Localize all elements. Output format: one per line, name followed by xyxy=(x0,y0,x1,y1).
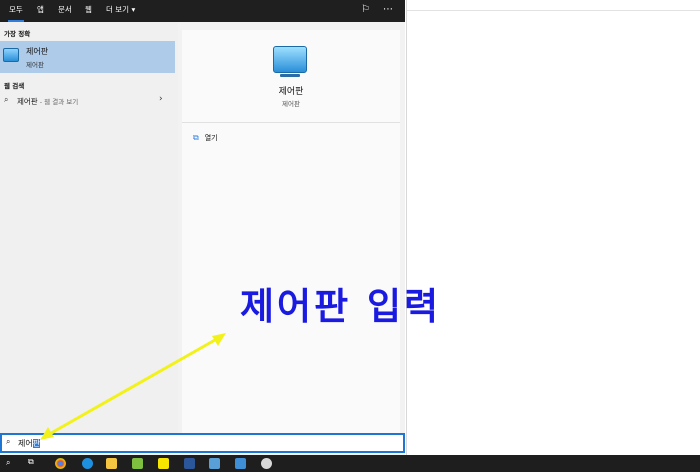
section-web-search: 웹 검색 xyxy=(4,82,25,90)
search-typed-text: 제어 xyxy=(18,439,33,448)
chrome-icon[interactable] xyxy=(55,458,66,469)
search-selected-text: 판 xyxy=(32,439,41,448)
filter-tabs: 모두 앱 문서 웹 더 보기 ▾ ⚐ ⋯ xyxy=(0,0,405,22)
tab-more[interactable]: 더 보기 ▾ xyxy=(105,0,136,22)
feedback-icon[interactable]: ⚐ xyxy=(361,4,370,15)
task-view-icon[interactable]: ⧉ xyxy=(28,457,34,467)
edge-icon[interactable] xyxy=(82,458,93,469)
web-search-query: 제어판 xyxy=(17,97,38,106)
search-input[interactable]: 제어판 xyxy=(18,438,41,449)
control-panel-icon xyxy=(273,46,307,77)
annotation-text: 제어판 입력 xyxy=(240,285,442,328)
tab-documents[interactable]: 문서 xyxy=(57,0,73,22)
tab-web[interactable]: 웹 xyxy=(84,0,93,22)
open-icon: ⧉ xyxy=(193,133,199,142)
paint-icon[interactable] xyxy=(132,458,143,469)
chevron-down-icon: ▾ xyxy=(131,5,136,14)
detail-subtitle: 제어판 xyxy=(282,100,300,108)
start-search-panel: 모두 앱 문서 웹 더 보기 ▾ ⚐ ⋯ 가장 정확 제어판 제어판 웹 검색 … xyxy=(0,0,405,455)
open-label: 열기 xyxy=(204,134,218,142)
background-window xyxy=(406,0,700,455)
web-search-item[interactable]: ⌕ 제어판 - 웹 결과 보기 › xyxy=(0,94,175,108)
search-icon: ⌕ xyxy=(6,437,11,446)
search-icon: ⌕ xyxy=(4,95,9,104)
best-match-title: 제어판 xyxy=(26,47,49,56)
control-panel-icon xyxy=(3,48,19,62)
section-best-match: 가장 정확 xyxy=(4,30,31,38)
search-box[interactable]: ⌕ 제어판 xyxy=(0,433,405,453)
chevron-right-icon[interactable]: › xyxy=(159,94,163,104)
open-action[interactable]: ⧉ 열기 xyxy=(193,133,218,143)
detail-title: 제어판 xyxy=(278,87,304,97)
tab-more-label: 더 보기 xyxy=(106,5,130,14)
more-options-icon[interactable]: ⋯ xyxy=(383,4,393,15)
web-search-suffix: - 웹 결과 보기 xyxy=(37,98,79,106)
background-border xyxy=(406,0,407,455)
app-icon[interactable] xyxy=(261,458,272,469)
background-divider xyxy=(406,10,700,11)
control-panel-icon[interactable] xyxy=(235,458,246,469)
best-match-item[interactable]: 제어판 제어판 xyxy=(0,41,175,73)
best-match-subtitle: 제어판 xyxy=(26,61,44,69)
tab-apps[interactable]: 앱 xyxy=(36,0,45,22)
detail-pane: 제어판 제어판 ⧉ 열기 xyxy=(182,30,400,433)
results-list: 가장 정확 제어판 제어판 웹 검색 ⌕ 제어판 - 웹 결과 보기 › xyxy=(0,22,178,433)
tab-all[interactable]: 모두 xyxy=(8,0,24,22)
taskbar: ⌕ ⧉ xyxy=(0,455,700,472)
kakaotalk-icon[interactable] xyxy=(158,458,169,469)
word-icon[interactable] xyxy=(184,458,195,469)
detail-divider xyxy=(182,122,400,123)
search-icon[interactable]: ⌕ xyxy=(6,458,10,468)
file-explorer-icon[interactable] xyxy=(106,458,117,469)
web-search-text: 제어판 - 웹 결과 보기 xyxy=(17,96,78,107)
sticky-notes-icon[interactable] xyxy=(209,458,220,469)
